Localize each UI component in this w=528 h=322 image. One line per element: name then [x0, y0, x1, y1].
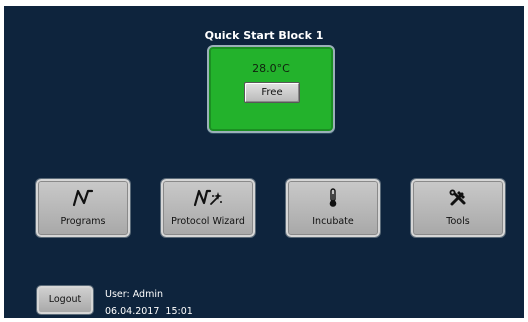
block-temperature: 28.0°C [252, 62, 290, 75]
incubate-label: Incubate [312, 216, 354, 227]
block-status-tile[interactable]: 28.0°C Free [207, 45, 335, 133]
thermometer-icon [288, 187, 378, 209]
protocol-wizard-button[interactable]: Protocol Wizard [161, 179, 255, 237]
free-button[interactable]: Free [244, 82, 300, 103]
logout-button[interactable]: Logout [37, 286, 93, 314]
datetime-label: 06.04.2017 15:01 [105, 306, 193, 317]
protocol-wizard-icon [163, 187, 253, 209]
tools-icon [413, 187, 503, 209]
incubate-button[interactable]: Incubate [286, 179, 380, 237]
programs-label: Programs [60, 216, 106, 227]
tools-button[interactable]: Tools [411, 179, 505, 237]
main-screen: Quick Start Block 1 28.0°C Free Programs… [4, 6, 524, 318]
programs-curve-icon [38, 187, 128, 209]
user-label: User: Admin [105, 289, 163, 300]
block-title: Quick Start Block 1 [204, 29, 324, 42]
tools-label: Tools [446, 216, 470, 227]
protocol-wizard-label: Protocol Wizard [171, 216, 245, 227]
programs-button[interactable]: Programs [36, 179, 130, 237]
